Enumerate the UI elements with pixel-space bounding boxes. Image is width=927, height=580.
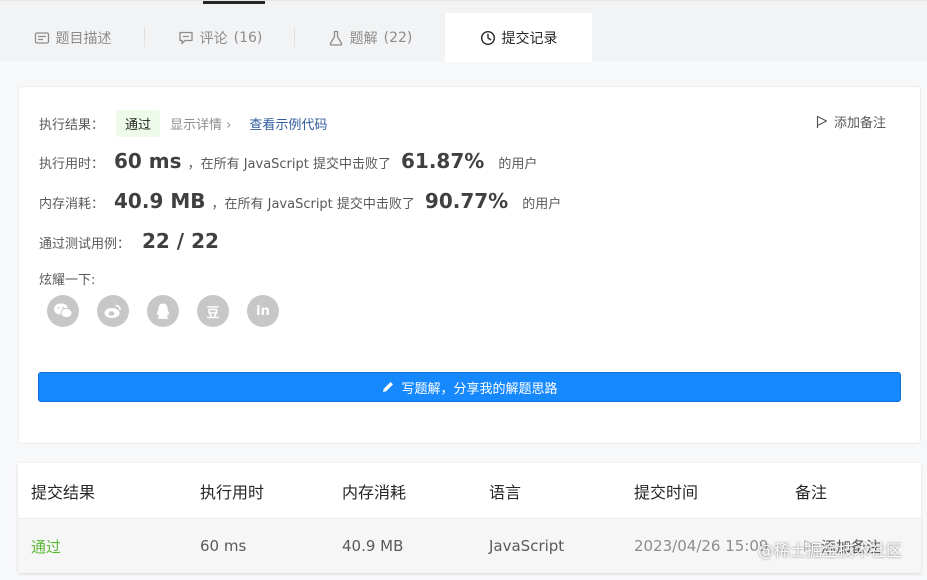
memory-value: 40.9 MB (114, 189, 206, 213)
status-label: 执行结果： (39, 118, 105, 133)
tab-label: 题目描述 (55, 30, 112, 47)
description-icon (34, 31, 49, 44)
tab-bar: 题目描述 评论 (16) 题解 (22) 提交记录 (0, 0, 927, 62)
comment-icon (178, 31, 193, 44)
column-header: 内存消耗 (342, 482, 407, 502)
write-solution-button[interactable]: 写题解，分享我的解题思路 (38, 372, 901, 402)
tab-count: (16) (233, 29, 263, 46)
table-header: 提交结果 执行用时 内存消耗 语言 提交时间 备注 (18, 463, 921, 519)
status-row: 执行结果： 通过 显示详情 › 查看示例代码 (39, 110, 327, 137)
tab-description[interactable]: 题目描述 (0, 13, 145, 62)
submission-language: JavaScript (489, 537, 565, 555)
tab-submissions[interactable]: 提交记录 (445, 13, 592, 62)
pencil-icon (383, 382, 394, 392)
flask-icon (329, 30, 342, 46)
column-header: 提交结果 (31, 482, 96, 502)
submission-time: 2023/04/26 15:09 (634, 537, 769, 555)
flag-icon (816, 115, 828, 128)
share-row: 炫耀一下: (39, 269, 95, 288)
column-header: 备注 (795, 482, 828, 502)
status-badge: 通过 (116, 110, 161, 137)
memory-label: 内存消耗： (39, 197, 105, 212)
qq-icon[interactable] (147, 295, 179, 327)
runtime-percent: 61.87% (401, 149, 485, 173)
memory-suffix: 的用户 (522, 197, 562, 212)
submission-runtime: 60 ms (200, 537, 247, 555)
show-details-link[interactable]: 显示详情 › (170, 114, 231, 133)
tab-count: (22) (383, 29, 413, 46)
tests-row: 通过测试用例： 22 / 22 (39, 229, 219, 253)
submission-table: 提交结果 执行用时 内存消耗 语言 提交时间 备注 通过 60 ms 40.9 … (18, 463, 921, 573)
runtime-row: 执行用时： 60 ms ，在所有 JavaScript 提交中击败了 61.87… (39, 149, 537, 173)
add-note-label: 添加备注 (833, 116, 886, 131)
runtime-text: ，在所有 JavaScript 提交中击败了 (187, 157, 391, 172)
column-header: 提交时间 (634, 482, 699, 502)
tab-label: 提交记录 (501, 30, 558, 47)
add-note-button[interactable]: 添加备注 (816, 112, 886, 131)
weibo-icon[interactable] (97, 295, 129, 327)
column-header: 语言 (489, 482, 522, 502)
result-card: 执行结果： 通过 显示详情 › 查看示例代码 添加备注 执行用时： 60 ms … (18, 86, 921, 444)
linkedin-icon[interactable]: in (247, 295, 279, 327)
runtime-suffix: 的用户 (498, 157, 538, 172)
memory-percent: 90.77% (424, 189, 509, 213)
clock-icon (480, 30, 495, 45)
tests-label: 通过测试用例： (39, 237, 131, 252)
runtime-value: 60 ms (114, 149, 182, 173)
memory-row: 内存消耗： 40.9 MB ，在所有 JavaScript 提交中击败了 90.… (39, 189, 561, 213)
write-solution-label: 写题解，分享我的解题思路 (401, 381, 558, 397)
tests-value: 22 / 22 (142, 229, 219, 253)
tab-comments[interactable]: 评论 (16) (145, 13, 295, 62)
column-header: 执行用时 (200, 482, 265, 502)
douban-glyph: 豆 (206, 305, 220, 321)
share-label: 炫耀一下: (39, 273, 96, 288)
runtime-label: 执行用时： (39, 157, 105, 172)
watermark: @稀土掘金技术社区 (757, 541, 902, 560)
example-code-link[interactable]: 查看示例代码 (249, 114, 327, 133)
tab-label: 评论 (199, 30, 228, 47)
tab-top-accent (203, 1, 265, 4)
wechat-icon[interactable] (47, 295, 79, 327)
linkedin-glyph: in (256, 303, 270, 319)
submission-memory: 40.9 MB (342, 537, 404, 555)
tab-solutions[interactable]: 题解 (22) (295, 13, 445, 62)
douban-icon[interactable]: 豆 (197, 295, 229, 327)
tab-label: 题解 (349, 30, 378, 47)
submission-status-link[interactable]: 通过 (31, 519, 61, 573)
memory-text: ，在所有 JavaScript 提交中击败了 (211, 197, 415, 212)
share-icons: 豆 in (47, 295, 279, 327)
